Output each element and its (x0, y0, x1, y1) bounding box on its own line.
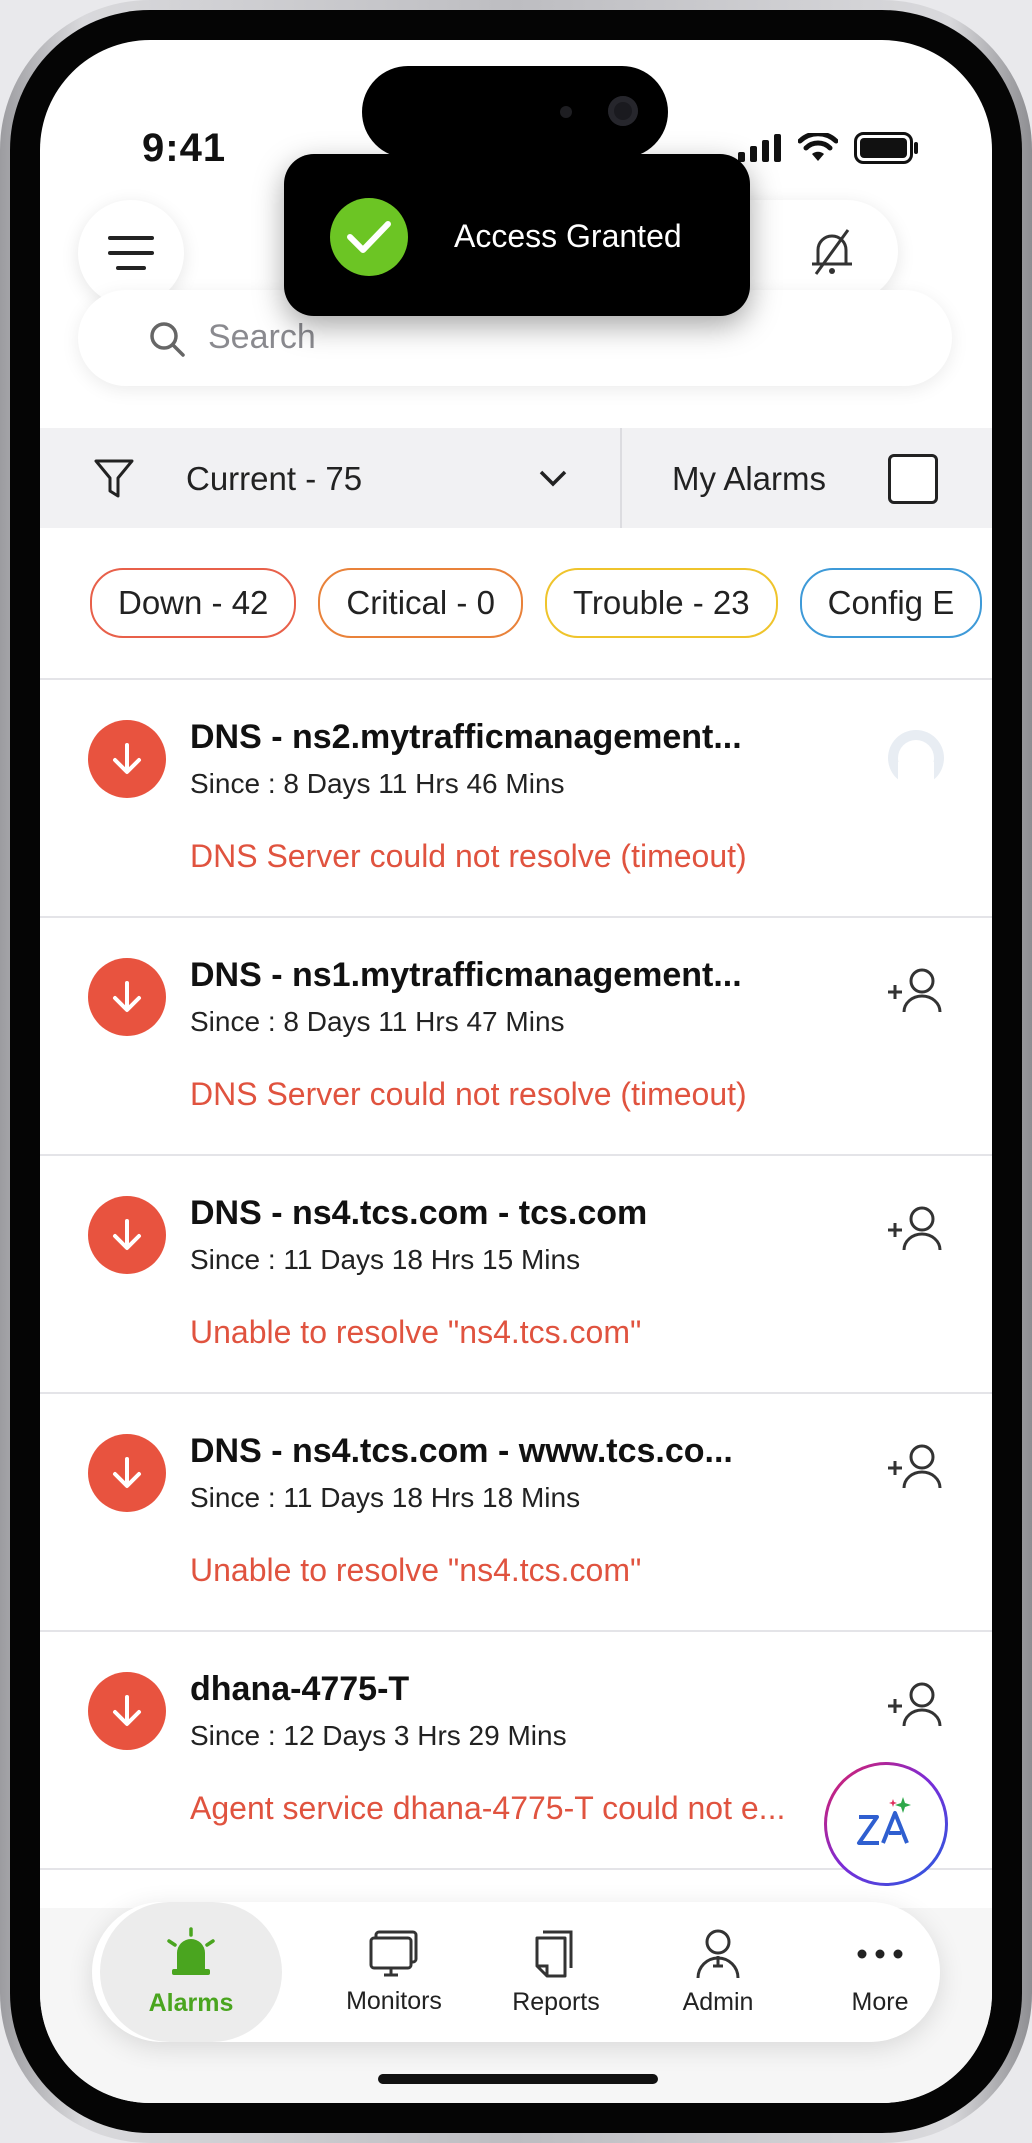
chip-config-error[interactable]: Config E (799, 568, 983, 638)
alarm-message: Unable to resolve "ns4.tcs.com" (190, 1552, 642, 1588)
status-time: 9:41 (142, 126, 227, 170)
system-icons (738, 132, 920, 164)
nav-reports[interactable]: Reports (476, 1902, 636, 2042)
search-icon (150, 322, 185, 357)
down-arrow-icon (88, 1196, 166, 1274)
filter-bar: Current - 75 My Alarms (40, 428, 992, 528)
alarm-title: DNS - ns1.mytrafficmanagement... (190, 956, 742, 994)
alarm-since: Since : 8 Days 11 Hrs 46 Mins (190, 768, 565, 799)
filter-divider (620, 428, 622, 528)
alarm-message: DNS Server could not resolve (timeout) (190, 1076, 747, 1112)
down-arrow-icon (88, 958, 166, 1036)
chip-trouble[interactable]: Trouble - 23 (544, 568, 778, 638)
alarm-since: Since : 8 Days 11 Hrs 47 Mins (190, 1006, 565, 1037)
alarm-bell-icon (167, 1926, 215, 1975)
my-alarms-checkbox[interactable] (888, 454, 938, 504)
severity-chips: Down - 42 Critical - 0 Trouble - 23 Conf… (90, 568, 983, 638)
reports-icon (535, 1930, 573, 1977)
monitor-icon (369, 1930, 418, 1976)
alarm-list: DNS - ns2.mytrafficmanagement... Since :… (40, 678, 992, 1870)
signal-icon (738, 134, 781, 162)
alarm-message: Unable to resolve "ns4.tcs.com" (190, 1314, 642, 1350)
chip-critical[interactable]: Critical - 0 (318, 568, 523, 638)
alarm-since: Since : 11 Days 18 Hrs 18 Mins (190, 1482, 581, 1513)
nav-admin-label: Admin (682, 1987, 754, 2016)
wifi-icon (798, 133, 838, 161)
alarm-title: dhana-4775-T (190, 1670, 410, 1708)
nav-monitors[interactable]: Monitors (314, 1902, 474, 2042)
assign-user-icon[interactable] (886, 1680, 946, 1730)
nav-more-label: More (851, 1987, 909, 2016)
nav-reports-label: Reports (512, 1987, 600, 2016)
list-item[interactable]: DNS - ns4.tcs.com - tcs.com Since : 11 D… (40, 1156, 992, 1392)
mute-alarm-icon[interactable] (806, 226, 858, 278)
assign-user-icon[interactable] (886, 966, 946, 1016)
hamburger-icon (108, 236, 154, 270)
battery-icon (854, 132, 918, 164)
down-arrow-icon (88, 720, 166, 798)
alarm-title: DNS - ns2.mytrafficmanagement... (190, 718, 742, 756)
bottom-navigation: Alarms Monitors Reports Admin More (92, 1902, 940, 2042)
filter-dropdown[interactable]: Current - 75 (186, 460, 362, 498)
more-dots-icon (857, 1949, 903, 1958)
zia-assistant-button[interactable] (824, 1762, 948, 1886)
list-item[interactable]: DNS - ns4.tcs.com - www.tcs.co... Since … (40, 1394, 992, 1630)
list-item[interactable]: DNS - ns2.mytrafficmanagement... Since :… (40, 680, 992, 916)
list-item[interactable]: DNS - ns1.mytrafficmanagement... Since :… (40, 918, 992, 1154)
nav-admin[interactable]: Admin (638, 1902, 798, 2042)
alarm-since: Since : 11 Days 18 Hrs 15 Mins (190, 1244, 581, 1275)
assign-user-icon[interactable] (886, 1442, 946, 1492)
alarm-message: DNS Server could not resolve (timeout) (190, 838, 747, 874)
chevron-down-icon[interactable] (538, 468, 568, 488)
access-granted-toast: Access Granted (284, 154, 750, 316)
dynamic-island (362, 66, 668, 158)
alarm-title: DNS - ns4.tcs.com - tcs.com (190, 1194, 648, 1232)
nav-alarms-label: Alarms (148, 1988, 234, 2017)
alarm-title: DNS - ns4.tcs.com - www.tcs.co... (190, 1432, 733, 1470)
check-icon (330, 198, 408, 276)
admin-icon (696, 1929, 740, 1978)
app-screen: 9:41 Search Current - 75 My Alarms Down … (40, 40, 992, 2103)
alarm-message: Agent service dhana-4775-T could not e..… (190, 1790, 786, 1826)
zia-icon (857, 1797, 911, 1845)
nav-more[interactable]: More (800, 1902, 960, 2042)
chip-down[interactable]: Down - 42 (90, 568, 297, 638)
nav-monitors-label: Monitors (346, 1986, 442, 2015)
nav-alarms[interactable]: Alarms (100, 1902, 282, 2042)
home-indicator[interactable] (378, 2074, 658, 2084)
toast-text: Access Granted (454, 218, 682, 254)
alarm-since: Since : 12 Days 3 Hrs 29 Mins (190, 1720, 567, 1751)
assign-user-icon[interactable] (886, 1204, 946, 1254)
search-placeholder: Search (208, 318, 316, 356)
filter-icon (94, 459, 134, 498)
assigned-avatar-icon[interactable] (886, 728, 946, 788)
down-arrow-icon (88, 1434, 166, 1512)
down-arrow-icon (88, 1672, 166, 1750)
my-alarms-label: My Alarms (672, 460, 827, 497)
